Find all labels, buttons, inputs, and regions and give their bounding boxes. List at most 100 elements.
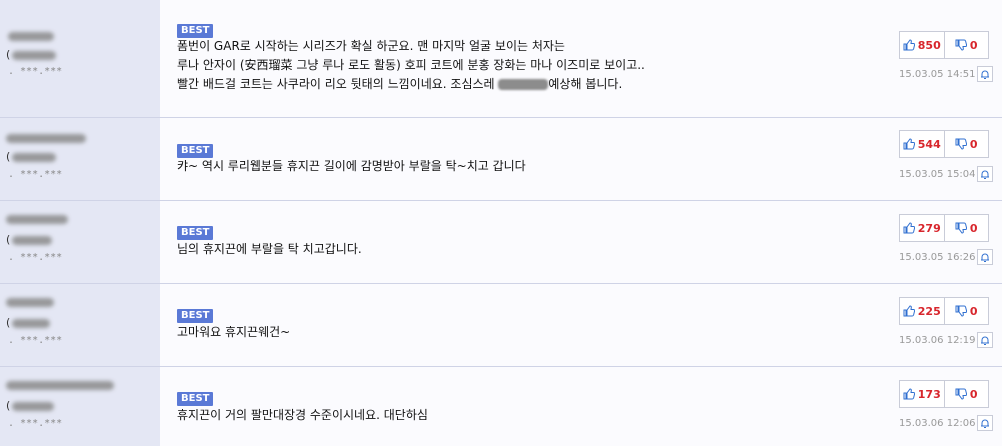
comment-row: ( . ***.*** BEST 고마워요 휴지끈웨건~ 225 0 15.03… [0,284,1002,367]
like-count: 279 [917,221,941,235]
report-button[interactable] [977,249,993,265]
author-level-paren: ( [6,399,11,412]
bell-icon [981,336,989,345]
comment-author: ( . ***.*** [0,367,160,446]
dislike-button[interactable]: 0 [943,215,989,241]
dislike-button[interactable]: 0 [943,131,989,157]
author-nickname-redacted [6,298,54,307]
thumbs-down-icon [955,388,967,400]
author-nickname-redacted [6,381,114,390]
thumbs-down-icon [955,305,967,317]
comment-date: 15.03.05 16:26 [899,252,976,263]
comment-row: ( . ***.*** BEST 폼번이 GAR로 시작하는 시리즈가 확실 하… [0,0,1002,118]
comment-text-line: 휴지끈이 거의 팔만대장경 수준이시네요. 대단하심 [177,408,428,422]
comment-body: BEST 님의 휴지끈에 부랄을 탁 치고갑니다. [160,201,892,283]
comment-text-line: 폼번이 GAR로 시작하는 시리즈가 확실 하군요. 맨 마지막 얼굴 보이는 … [177,39,565,53]
author-level-paren: ( [6,48,11,61]
author-ip: . ***.*** [8,66,63,77]
dislike-count: 0 [969,38,978,52]
comment-row: ( . ***.*** BEST 휴지끈이 거의 팔만대장경 수준이시네요. 대… [0,367,1002,446]
comment-text-line: 고마워요 휴지끈웨건~ [177,325,291,339]
comment-row: ( . ***.*** BEST 캬~ 역시 루리웹분들 휴지끈 길이에 감명받… [0,118,1002,201]
best-badge: BEST [177,226,214,240]
thumbs-down-icon [955,138,967,150]
like-button[interactable]: 850 [900,32,944,58]
report-button[interactable] [977,415,993,431]
vote-box: 225 0 [899,297,989,325]
bell-icon [981,253,989,262]
thumbs-down-icon [955,222,967,234]
comment-date: 15.03.05 14:51 [899,69,976,80]
dislike-count: 0 [969,137,978,151]
comment-actions: 544 0 15.03.05 15:04 [892,118,1002,200]
report-button[interactable] [977,166,993,182]
author-ip: . ***.*** [8,335,63,346]
vote-box: 850 0 [899,31,989,59]
comment-body: BEST 고마워요 휴지끈웨건~ [160,284,892,366]
comment-body: BEST 캬~ 역시 루리웹분들 휴지끈 길이에 감명받아 부랄을 탁~치고 갑… [160,118,892,200]
author-ip: . ***.*** [8,418,63,429]
comment-text-line: 캬~ 역시 루리웹분들 휴지끈 길이에 감명받아 부랄을 탁~치고 갑니다 [177,159,526,173]
author-level-paren: ( [6,150,11,163]
best-badge: BEST [177,24,214,38]
report-button[interactable] [977,332,993,348]
thumbs-down-icon [955,39,967,51]
dislike-count: 0 [969,304,978,318]
vote-box: 173 0 [899,380,989,408]
thumbs-up-icon [903,305,915,317]
like-button[interactable]: 279 [900,215,944,241]
author-ip: . ***.*** [8,169,63,180]
comment-date: 15.03.06 12:06 [899,418,976,429]
dislike-button[interactable]: 0 [943,298,989,324]
comment-date: 15.03.06 12:19 [899,335,976,346]
like-count: 225 [917,304,941,318]
bell-icon [981,70,989,79]
thumbs-up-icon [903,222,915,234]
comment-body: BEST 폼번이 GAR로 시작하는 시리즈가 확실 하군요. 맨 마지막 얼굴… [160,0,892,117]
comment-actions: 225 0 15.03.06 12:19 [892,284,1002,366]
comment-body: BEST 휴지끈이 거의 팔만대장경 수준이시네요. 대단하심 [160,367,892,446]
comment-text-line: 님의 휴지끈에 부랄을 탁 치고갑니다. [177,242,362,256]
comment-author: ( . ***.*** [0,0,160,117]
comment-text-segment: 빨간 배드걸 코트는 사쿠라이 리오 뒷태의 느낌이네요. 조심스레 [177,77,495,91]
thumbs-up-icon [903,138,915,150]
best-comments-list: ( . ***.*** BEST 폼번이 GAR로 시작하는 시리즈가 확실 하… [0,0,1002,446]
comment-author: ( . ***.*** [0,201,160,283]
like-count: 544 [917,137,941,151]
author-nickname-redacted [8,32,54,41]
like-button[interactable]: 544 [900,131,944,157]
vote-box: 544 0 [899,130,989,158]
author-nickname-redacted [6,134,86,143]
redacted-text [498,79,549,90]
author-level-redacted [12,51,56,60]
comment-text-segment: 예상해 봅니다. [548,77,623,91]
like-button[interactable]: 225 [900,298,944,324]
best-badge: BEST [177,309,214,323]
best-badge: BEST [177,392,214,406]
comment-actions: 850 0 15.03.05 14:51 [892,0,1002,117]
author-level-paren: ( [6,316,11,329]
comment-date: 15.03.05 15:04 [899,169,976,180]
thumbs-up-icon [903,388,915,400]
best-badge: BEST [177,144,214,158]
like-button[interactable]: 173 [900,381,944,407]
dislike-button[interactable]: 0 [943,381,989,407]
vote-box: 279 0 [899,214,989,242]
like-count: 850 [917,38,941,52]
like-count: 173 [917,387,941,401]
comment-text-line: 빨간 배드걸 코트는 사쿠라이 리오 뒷태의 느낌이네요. 조심스레 예상해 봅… [177,77,622,91]
author-ip: . ***.*** [8,252,63,263]
dislike-button[interactable]: 0 [943,32,989,58]
comment-actions: 279 0 15.03.05 16:26 [892,201,1002,283]
comment-text-line: 루나 안자이 (安西瑠菜 그냥 루나 로도 활동) 호피 코트에 분홍 장화는 … [177,58,645,72]
author-level-redacted [12,236,52,245]
comment-actions: 173 0 15.03.06 12:06 [892,367,1002,446]
author-level-redacted [12,319,50,328]
author-level-paren: ( [6,233,11,246]
comment-author: ( . ***.*** [0,118,160,200]
comment-row: ( . ***.*** BEST 님의 휴지끈에 부랄을 탁 치고갑니다. 27… [0,201,1002,284]
report-button[interactable] [977,66,993,82]
bell-icon [981,419,989,428]
author-level-redacted [12,402,54,411]
comment-author: ( . ***.*** [0,284,160,366]
